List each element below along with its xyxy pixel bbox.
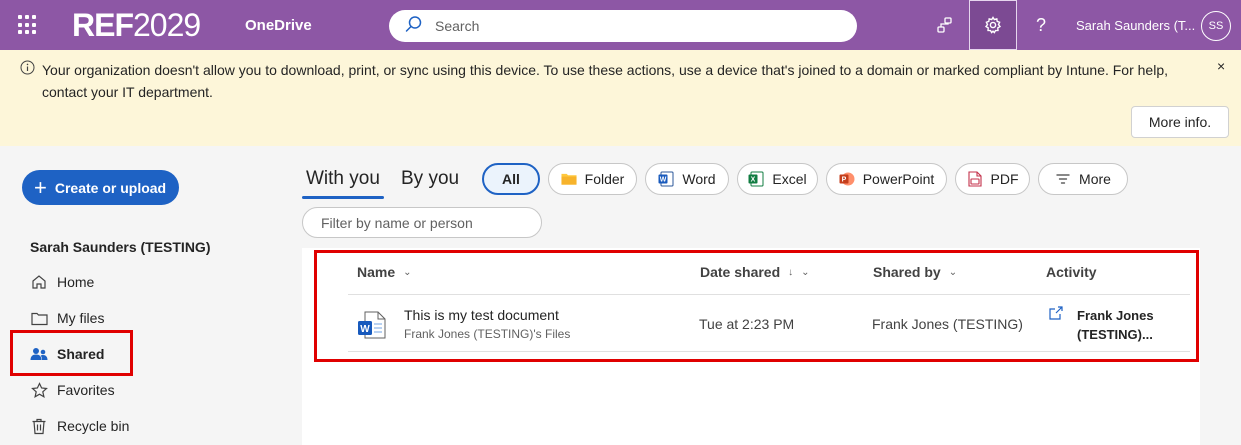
brand-logo[interactable]: REF2029 (72, 7, 201, 43)
search-box[interactable] (389, 10, 857, 42)
info-icon (20, 60, 35, 80)
header-divider (348, 294, 1190, 295)
column-label: Shared by (873, 264, 941, 280)
share-icon (1048, 305, 1064, 326)
column-label: Activity (1046, 264, 1097, 280)
chip-label: PowerPoint (862, 171, 935, 187)
active-tab-indicator (302, 196, 384, 199)
people-icon (30, 345, 48, 363)
svg-text:P: P (841, 177, 846, 184)
app-name-link[interactable]: OneDrive (245, 17, 312, 34)
chip-label: PDF (990, 171, 1019, 187)
sidebar-item-label: My files (57, 310, 105, 326)
column-header-activity: Activity (1046, 264, 1097, 280)
activity-cell: Frank Jones (TESTING)... (1077, 308, 1154, 342)
banner-message: Your organization doesn't allow you to d… (42, 62, 1169, 100)
date-shared-cell: Tue at 2:23 PM (699, 316, 795, 332)
filter-chip-excel[interactable]: X Excel (737, 163, 818, 195)
create-or-upload-label: Create or upload (54, 179, 167, 196)
sidebar-item-home[interactable]: Home (30, 268, 180, 296)
svg-text:W: W (360, 324, 370, 335)
user-heading: Sarah Saunders (TESTING) (30, 239, 211, 255)
sidebar-item-favorites[interactable]: Favorites (30, 376, 180, 404)
chip-label: More (1079, 171, 1111, 187)
search-input[interactable] (435, 18, 835, 34)
sort-descending-icon: ↓ (788, 266, 794, 278)
filter-chip-all[interactable]: All (482, 163, 540, 195)
file-location[interactable]: Frank Jones (TESTING)'s Files (404, 327, 570, 341)
compliance-banner: Your organization doesn't allow you to d… (0, 50, 1241, 146)
tab-by-you[interactable]: By you (401, 168, 459, 190)
star-icon (30, 381, 48, 399)
chip-label: Word (682, 171, 716, 187)
filter-chip-pdf[interactable]: PDF (955, 163, 1030, 195)
svg-text:W: W (660, 177, 667, 184)
chip-label: All (502, 171, 520, 187)
chevron-down-icon: ⌄ (948, 266, 958, 278)
plus-icon: + (34, 174, 47, 200)
close-icon[interactable]: × (1217, 58, 1225, 74)
row-divider (348, 351, 1190, 352)
filter-chip-powerpoint[interactable]: P PowerPoint (826, 163, 947, 195)
create-or-upload-button[interactable]: + Create or upload (22, 170, 179, 205)
svg-text:X: X (751, 177, 756, 184)
sidebar-item-my-files[interactable]: My files (30, 304, 180, 332)
sidebar-item-recycle-bin[interactable]: Recycle bin (30, 412, 180, 440)
column-label: Date shared (700, 264, 781, 280)
chip-label: Excel (772, 171, 807, 187)
filter-chip-folder[interactable]: Folder (548, 163, 637, 195)
trash-icon (30, 417, 48, 435)
search-icon (405, 15, 423, 38)
settings-gear-icon[interactable] (969, 0, 1017, 50)
pdf-icon (967, 171, 983, 187)
app-launcher-icon[interactable] (18, 15, 38, 35)
filter-icon (1055, 171, 1071, 187)
diagnostics-icon[interactable] (921, 0, 969, 50)
sidebar-item-label: Shared (57, 346, 105, 362)
account-name[interactable]: Sarah Saunders (T... (1076, 18, 1195, 33)
column-header-shared-by[interactable]: Shared by ⌄ (873, 264, 957, 280)
name-filter-input[interactable] (302, 207, 542, 238)
chevron-down-icon: ⌄ (403, 266, 412, 278)
sidebar-item-label: Recycle bin (57, 418, 130, 434)
powerpoint-icon: P (839, 171, 855, 187)
filter-chip-more[interactable]: More (1038, 163, 1128, 195)
folder-icon (30, 309, 48, 327)
more-info-button[interactable]: More info. (1131, 106, 1229, 138)
top-bar: REF2029 OneDrive ? Sarah Saunders (T... … (0, 0, 1241, 50)
column-header-date-shared[interactable]: Date shared ↓ ⌄ (700, 264, 810, 280)
filter-chip-word[interactable]: W Word (645, 163, 729, 195)
shared-by-cell: Frank Jones (TESTING) (872, 316, 1023, 332)
sidebar-item-label: Home (57, 274, 95, 290)
folder-icon (561, 171, 577, 187)
word-document-icon: W (357, 310, 387, 345)
chevron-down-icon: ⌄ (801, 266, 810, 278)
file-name-link[interactable]: This is my test document (404, 307, 559, 323)
avatar[interactable]: SS (1201, 11, 1231, 41)
column-label: Name (357, 264, 396, 280)
word-icon: W (658, 171, 674, 187)
excel-icon: X (748, 171, 764, 187)
chip-label: Folder (584, 171, 625, 187)
sidebar-item-shared[interactable]: Shared (30, 340, 180, 368)
help-icon[interactable]: ? (1017, 0, 1065, 50)
tab-with-you[interactable]: With you (306, 168, 380, 190)
sidebar-item-label: Favorites (57, 382, 115, 398)
column-header-name[interactable]: Name ⌄ (357, 264, 412, 280)
home-icon (30, 273, 48, 291)
